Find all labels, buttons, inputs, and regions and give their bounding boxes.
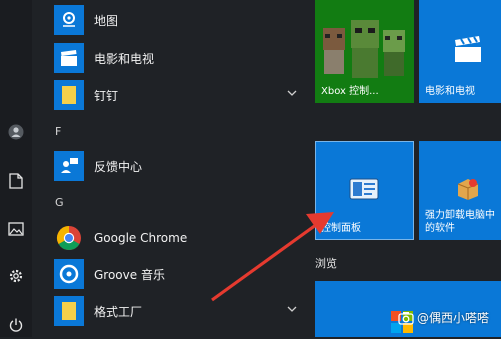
chrome-icon — [54, 223, 84, 253]
tile-label: 强力卸载电脑中的软件 — [425, 210, 495, 234]
map-icon — [54, 5, 84, 35]
list-item-label: 电影和电视 — [94, 51, 155, 66]
tile-label: 控制面板 — [321, 223, 361, 234]
tile-label: 电影和电视 — [425, 86, 475, 97]
list-item-label: Groove 音乐 — [94, 267, 165, 282]
list-item-feedback-hub[interactable]: 反馈中心 — [54, 150, 314, 182]
watermark-text: @偶西小嗒嗒 — [417, 311, 490, 325]
list-item-label: 反馈中心 — [94, 159, 143, 174]
tile-xbox[interactable]: Xbox 控制... — [315, 0, 414, 103]
list-item-format-factory-folder[interactable]: 格式工厂 — [54, 295, 314, 327]
user-avatar-icon — [8, 124, 24, 140]
settings-button[interactable] — [0, 262, 32, 290]
feedback-hub-icon — [54, 151, 84, 181]
group-letter[interactable]: F — [55, 125, 61, 138]
pictures-button[interactable] — [0, 215, 32, 243]
start-menu-rail — [0, 0, 32, 337]
list-item-map[interactable]: 地图 — [54, 4, 314, 36]
tile-group-header[interactable]: 浏览 — [315, 255, 337, 271]
user-avatar-button[interactable] — [0, 118, 32, 146]
power-button[interactable] — [0, 311, 32, 339]
control-panel-icon — [349, 178, 379, 200]
list-item-label: 格式工厂 — [94, 304, 143, 319]
folder-icon — [54, 296, 84, 326]
list-item-google-chrome[interactable]: Google Chrome — [54, 222, 314, 254]
tile-uninstaller[interactable]: 强力卸载电脑中的软件 — [419, 141, 501, 240]
tile-control-panel[interactable]: 控制面板 — [315, 141, 414, 240]
film-clapper-icon — [455, 36, 481, 62]
uninstaller-box-icon — [457, 179, 479, 200]
document-icon — [9, 173, 23, 189]
power-icon — [9, 318, 23, 332]
camera-icon — [398, 311, 414, 325]
list-item-label: Google Chrome — [94, 231, 188, 245]
pictures-icon — [8, 222, 24, 236]
groove-music-icon — [54, 259, 84, 289]
folder-icon — [54, 80, 84, 110]
list-item-label: 地图 — [94, 13, 119, 28]
list-item-label: 钉钉 — [94, 88, 119, 103]
tile-label: Xbox 控制... — [321, 86, 379, 97]
tile-movies-tv[interactable]: 电影和电视 — [419, 0, 501, 103]
chevron-down-icon[interactable] — [286, 87, 298, 99]
documents-button[interactable] — [0, 167, 32, 195]
watermark: @偶西小嗒嗒 — [398, 309, 489, 326]
list-item-dingtalk-folder[interactable]: 钉钉 — [54, 79, 314, 111]
app-list: 地图 电影和电视 钉钉 F 反馈中心 G Google Chrome Groov… — [32, 0, 302, 337]
group-letter[interactable]: G — [55, 196, 64, 209]
list-item-groove-music[interactable]: Groove 音乐 — [54, 258, 314, 290]
chevron-down-icon[interactable] — [286, 303, 298, 315]
film-clapper-icon — [54, 43, 84, 73]
settings-gear-icon — [9, 269, 23, 283]
list-item-movies-tv[interactable]: 电影和电视 — [54, 42, 314, 74]
